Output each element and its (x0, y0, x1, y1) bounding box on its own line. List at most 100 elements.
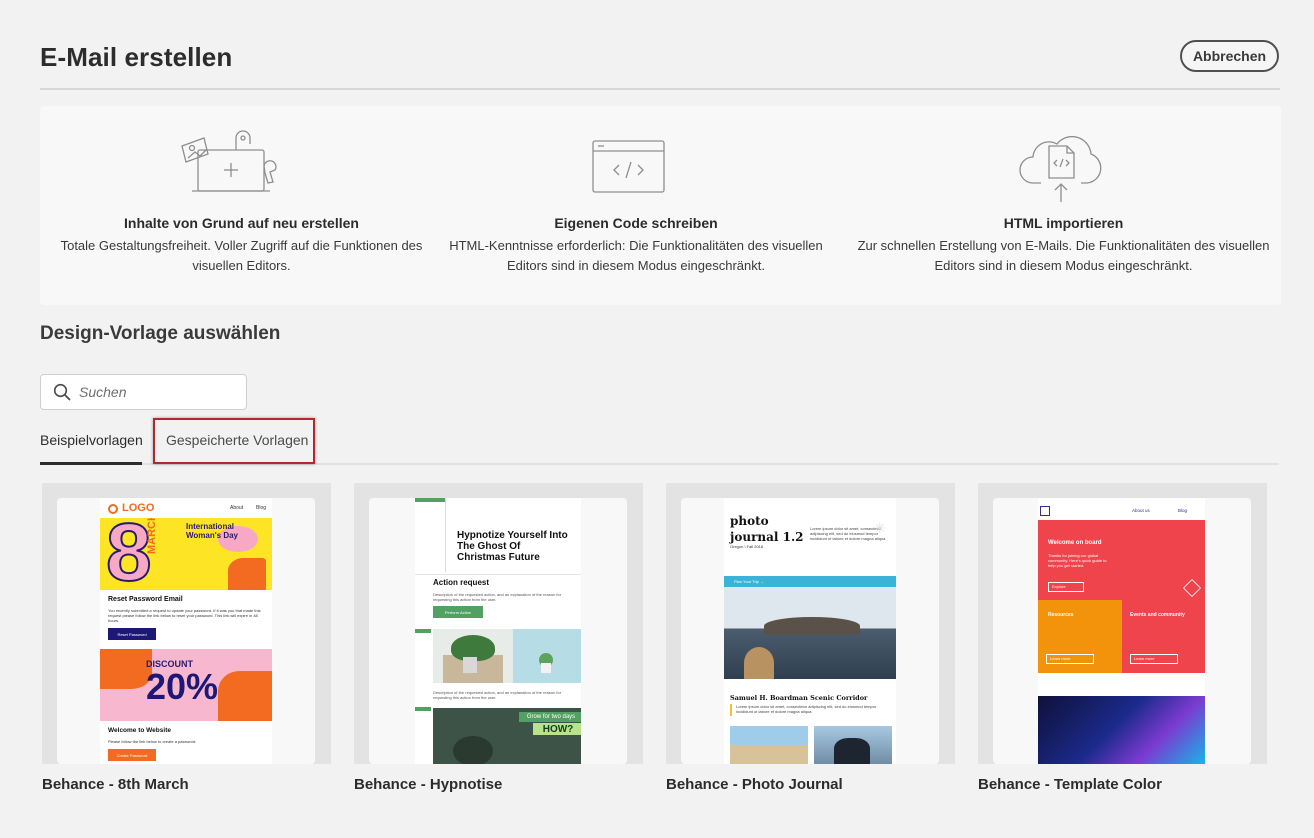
thumb-section-title: Samuel H. Boardman Scenic Corridor (730, 694, 868, 702)
thumb-accent-bar (415, 498, 445, 502)
option-description: HTML-Kenntnisse erforderlich: Die Funkti… (449, 238, 823, 273)
option-title: Eigenen Code schreiben (554, 215, 718, 231)
thumb-plant-image (513, 629, 581, 683)
thumb-red-block: Welcome on board Thanks for joining our … (1038, 520, 1205, 600)
option-import-html[interactable]: HTML importieren Zur schnellen Erstellun… (852, 106, 1275, 305)
thumb-accent-bar (415, 629, 431, 633)
thumb-decoration (1182, 578, 1202, 598)
thumb-orange-block: Resources Learn more (1038, 600, 1122, 673)
thumb-beach-image (730, 726, 808, 764)
template-preview: photo journal 1.2 Oregon \ Fall 2018 Lor… (681, 498, 939, 764)
option-design-from-scratch[interactable]: Inhalte von Grund auf neu erstellen Tota… (40, 106, 443, 305)
thumb-banner-big: HOW? (533, 723, 581, 735)
thumb-event-image (1038, 696, 1205, 764)
thumb-body-text: Thanks for joining our global community.… (1048, 553, 1107, 568)
thumb-button: Reset Password (108, 628, 156, 640)
option-description: Totale Gestaltungsfreiheit. Voller Zugri… (60, 238, 423, 273)
code-window-icon (592, 140, 665, 193)
thumb-hero-banner: 8 MARCH International Woman's Day (100, 518, 272, 590)
thumbnail-photo-journal: photo journal 1.2 Oregon \ Fall 2018 Lor… (724, 498, 896, 764)
template-preview: LOGO About Blog 8 MARCH International Wo… (57, 498, 315, 764)
thumb-decoration (453, 736, 493, 764)
thumb-nav-text: About us (1132, 508, 1150, 513)
cloud-import-icon (1019, 135, 1102, 202)
thumb-nav-text: Blog (256, 505, 267, 511)
thumb-title: photo (730, 514, 769, 528)
thumb-big-number: 8 (105, 518, 153, 590)
template-card-photo-journal[interactable]: photo journal 1.2 Oregon \ Fall 2018 Lor… (666, 483, 955, 793)
thumb-people-image (814, 726, 892, 764)
thumb-button: Learn more (1046, 654, 1094, 664)
creation-options-panel: Inhalte von Grund auf neu erstellen Tota… (40, 106, 1281, 305)
thumb-pot (463, 657, 477, 673)
snowflake-icon: ✳ (874, 520, 886, 536)
saved-templates-highlight (153, 418, 315, 464)
thumb-body-text: Description of the requested action, and… (433, 690, 562, 700)
thumb-accent-bar (730, 704, 732, 716)
thumb-accent-bar (415, 707, 431, 711)
template-preview: About us Blog Welcome on board Thanks fo… (993, 498, 1251, 764)
search-input[interactable] (79, 384, 229, 400)
option-title: Inhalte von Grund auf neu erstellen (124, 215, 359, 231)
thumb-divider (415, 574, 581, 575)
cancel-button[interactable]: Abbrechen (1180, 40, 1279, 72)
option-title: HTML importieren (1003, 215, 1124, 231)
thumb-decoration (228, 558, 266, 590)
template-card-hypnotise[interactable]: Hypnotize Yourself Into The Ghost Of Chr… (354, 483, 643, 793)
thumb-section-title: Welcome on board (1048, 540, 1102, 546)
thumb-nav-text: About (230, 505, 244, 511)
header-divider (40, 88, 1280, 90)
thumb-discount-banner: DISCOUNT 20% (100, 649, 272, 721)
thumb-plan-bar: Plan Your Trip → (724, 576, 896, 587)
thumb-button: Create Password (108, 749, 156, 761)
thumb-logo-square (1040, 506, 1050, 516)
thumb-banner-text: Grow for two days (519, 712, 581, 722)
thumb-body-text: Lorem ipsum dolor sit amet, consectetur … (736, 704, 877, 714)
thumb-nav-text: Blog (1178, 508, 1188, 513)
thumb-plant-image (433, 629, 513, 683)
template-preview: Hypnotize Yourself Into The Ghost Of Chr… (369, 498, 627, 764)
thumb-section-title: Action request (433, 578, 490, 587)
logo-icon (108, 504, 118, 514)
page-title: E-Mail erstellen (40, 42, 233, 72)
thumb-body-text: Description of the requested action, and… (433, 592, 562, 602)
thumb-decoration (218, 671, 272, 721)
thumb-button: Explore (1048, 582, 1084, 592)
thumb-button: Perform Action (433, 606, 483, 618)
thumb-grass (744, 647, 774, 679)
thumb-section-title: Events and community (1130, 612, 1185, 618)
template-card-8th-march[interactable]: LOGO About Blog 8 MARCH International Wo… (42, 483, 331, 793)
thumb-body-text: You recently submitted a request to upda… (108, 608, 261, 623)
tab-sample-templates[interactable]: Beispielvorlagen (40, 432, 143, 448)
thumb-section-title: Welcome to Website (108, 727, 171, 734)
thumb-island (764, 617, 860, 635)
thumb-discount-value: 20% (146, 666, 219, 707)
search-box[interactable] (40, 374, 247, 410)
thumbnail-8th-march: LOGO About Blog 8 MARCH International Wo… (100, 498, 272, 764)
template-card-template-color[interactable]: About us Blog Welcome on board Thanks fo… (978, 483, 1267, 793)
thumb-logo-text: LOGO (122, 502, 155, 514)
option-write-own-code[interactable]: Eigenen Code schreiben HTML-Kenntnisse e… (440, 106, 832, 305)
design-from-scratch-icon (181, 130, 277, 192)
template-card-label: Behance - Template Color (978, 776, 1162, 793)
thumb-month: MARCH (146, 518, 158, 554)
option-description: Zur schnellen Erstellung von E-Mails. Di… (857, 238, 1270, 273)
thumb-title: journal 1.2 (730, 530, 804, 544)
template-card-label: Behance - Hypnotise (354, 776, 503, 793)
thumb-button: Learn more (1130, 654, 1178, 664)
thumb-section-title: Resources (1048, 612, 1074, 618)
thumb-headline: Hypnotize Yourself Into The Ghost Of Chr… (457, 530, 568, 563)
thumb-landscape-image (724, 587, 896, 679)
search-icon (53, 383, 71, 401)
template-card-label: Behance - Photo Journal (666, 776, 843, 793)
thumb-banner-image: Grow for two days HOW? (433, 708, 581, 764)
template-card-label: Behance - 8th March (42, 776, 189, 793)
thumb-pot (541, 663, 551, 673)
thumb-headline: International Woman's Day (186, 522, 238, 540)
thumb-section-title: Reset Password Email (108, 596, 183, 603)
thumbnail-template-color: About us Blog Welcome on board Thanks fo… (1038, 498, 1205, 764)
thumbnail-hypnotise: Hypnotize Yourself Into The Ghost Of Chr… (415, 498, 581, 764)
thumb-body-text: Please follow the link below to create a… (108, 739, 197, 744)
thumb-decoration (100, 649, 152, 689)
thumb-divider (445, 498, 446, 572)
